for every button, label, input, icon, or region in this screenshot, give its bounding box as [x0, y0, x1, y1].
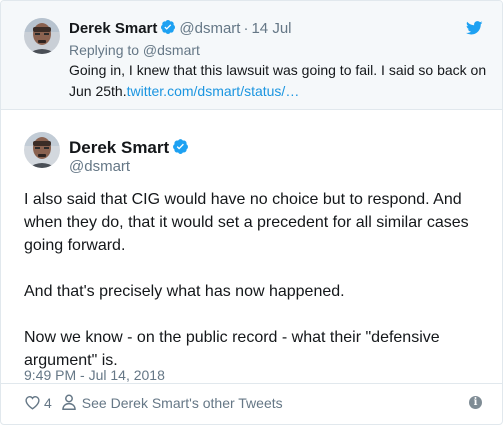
- status-link[interactable]: twitter.com/dsmart/status/…: [127, 83, 300, 99]
- verified-badge-icon: [160, 19, 176, 39]
- replying-to-label[interactable]: Replying to @dsmart: [69, 42, 200, 58]
- parent-tweet[interactable]: Derek Smart @dsmart · 14 Jul Replying to @d…: [1, 1, 502, 110]
- author-handle[interactable]: @dsmart: [69, 158, 130, 175]
- like-count[interactable]: 4: [44, 395, 52, 411]
- tweet-paragraph: And that's precisely what has now happen…: [24, 283, 345, 300]
- tweet-text: I also said that CIG would have no choic…: [24, 188, 486, 395]
- parent-author-name[interactable]: Derek Smart: [69, 20, 157, 37]
- parent-avatar[interactable]: [24, 18, 60, 54]
- twitter-bird-icon[interactable]: [465, 21, 483, 35]
- author-avatar[interactable]: [24, 132, 60, 168]
- info-icon[interactable]: i: [469, 396, 482, 409]
- separator-dot: ·: [243, 20, 249, 37]
- tweet-timestamp[interactable]: 9:49 PM - Jul 14, 2018: [24, 367, 165, 383]
- verified-badge-icon: [172, 138, 189, 160]
- tweet-actions: 4 See Derek Smart's other Tweets: [24, 393, 283, 413]
- heart-icon[interactable]: [24, 394, 44, 413]
- parent-header: Derek Smart @dsmart · 14 Jul: [69, 19, 292, 39]
- author-name-text[interactable]: Derek Smart: [69, 138, 169, 157]
- embedded-tweet-card: Derek Smart @dsmart · 14 Jul Replying to @d…: [0, 0, 503, 425]
- parent-date-link[interactable]: 14 Jul: [251, 20, 291, 37]
- divider: [1, 383, 502, 384]
- parent-tweet-text: Going in, I knew that this lawsuit was g…: [69, 60, 489, 102]
- person-icon[interactable]: [62, 394, 82, 413]
- tweet-paragraph: Now we know - on the public record - wha…: [24, 329, 440, 369]
- tweet-paragraph: I also said that CIG would have no choic…: [24, 191, 469, 254]
- other-tweets-link[interactable]: See Derek Smart's other Tweets: [82, 395, 283, 411]
- author-name[interactable]: Derek Smart: [69, 138, 189, 160]
- parent-author-handle[interactable]: @dsmart: [179, 20, 240, 37]
